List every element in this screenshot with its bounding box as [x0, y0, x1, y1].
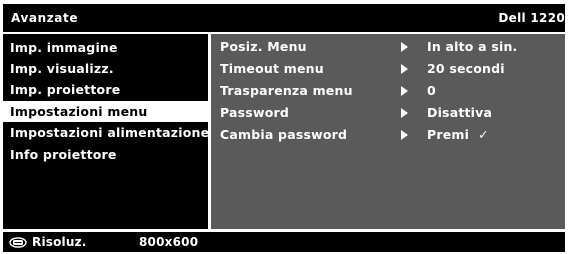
- resolution-value: 800x600: [139, 235, 199, 249]
- settings-panel: Posiz. Menu In alto a sin. Timeout menu …: [211, 34, 565, 229]
- projector-model-label: Dell 1220: [498, 11, 565, 25]
- setting-name: Cambia password: [220, 127, 348, 142]
- setting-value: Premi: [427, 127, 470, 142]
- projector-osd-menu: Avanzate Dell 1220 Imp. immagine Imp. vi…: [0, 0, 568, 254]
- sidebar-item-label: Imp. immagine: [10, 40, 118, 55]
- arrow-right-icon: [401, 42, 408, 52]
- arrow-right-icon: [401, 86, 408, 96]
- sidebar-menu: Imp. immagine Imp. visualizz. Imp. proie…: [3, 34, 210, 229]
- status-bar: Risoluz. 800x600: [3, 232, 565, 252]
- sidebar-item-imp-visualizz[interactable]: Imp. visualizz.: [3, 58, 208, 79]
- setting-value: 20 secondi: [427, 61, 505, 76]
- setting-name: Trasparenza menu: [220, 83, 353, 98]
- setting-row-password[interactable]: Password Disattiva: [211, 102, 565, 124]
- title-bar: Avanzate Dell 1220: [3, 4, 565, 32]
- setting-row-trasparenza-menu[interactable]: Trasparenza menu 0: [211, 80, 565, 102]
- setting-value-with-check: Premi ✓: [427, 124, 489, 146]
- sidebar-item-impostazioni-menu[interactable]: Impostazioni menu: [3, 101, 208, 122]
- resolution-label: Risoluz.: [32, 235, 87, 249]
- setting-name: Timeout menu: [220, 61, 324, 76]
- arrow-right-icon: [401, 108, 408, 118]
- setting-row-posiz-menu[interactable]: Posiz. Menu In alto a sin.: [211, 36, 565, 58]
- sidebar-item-info-proiettore[interactable]: Info proiettore: [3, 144, 208, 165]
- sidebar-item-impostazioni-alimentazione[interactable]: Impostazioni alimentazione: [3, 122, 210, 143]
- setting-value: Disattiva: [427, 105, 493, 120]
- menu-section-title: Avanzate: [11, 11, 79, 25]
- sidebar-item-imp-immagine[interactable]: Imp. immagine: [3, 37, 208, 58]
- checkmark-icon: ✓: [478, 127, 489, 142]
- setting-value: 0: [427, 83, 436, 98]
- sidebar-item-imp-proiettore[interactable]: Imp. proiettore: [3, 79, 208, 100]
- setting-row-cambia-password[interactable]: Cambia password Premi ✓: [211, 124, 565, 146]
- setting-row-timeout-menu[interactable]: Timeout menu 20 secondi: [211, 58, 565, 80]
- setting-name: Password: [220, 105, 289, 120]
- sidebar-item-label: Imp. proiettore: [10, 82, 121, 97]
- sidebar-item-label-selected: Impostazioni menu: [10, 104, 148, 119]
- arrow-right-icon: [401, 130, 408, 140]
- sidebar-item-label: Impostazioni alimentazione: [10, 125, 210, 140]
- setting-name: Posiz. Menu: [220, 39, 307, 54]
- input-source-icon: [9, 237, 27, 248]
- setting-value: In alto a sin.: [427, 39, 518, 54]
- sidebar-item-label: Imp. visualizz.: [10, 61, 114, 76]
- sidebar-item-label: Info proiettore: [10, 147, 117, 162]
- arrow-right-icon: [401, 64, 408, 74]
